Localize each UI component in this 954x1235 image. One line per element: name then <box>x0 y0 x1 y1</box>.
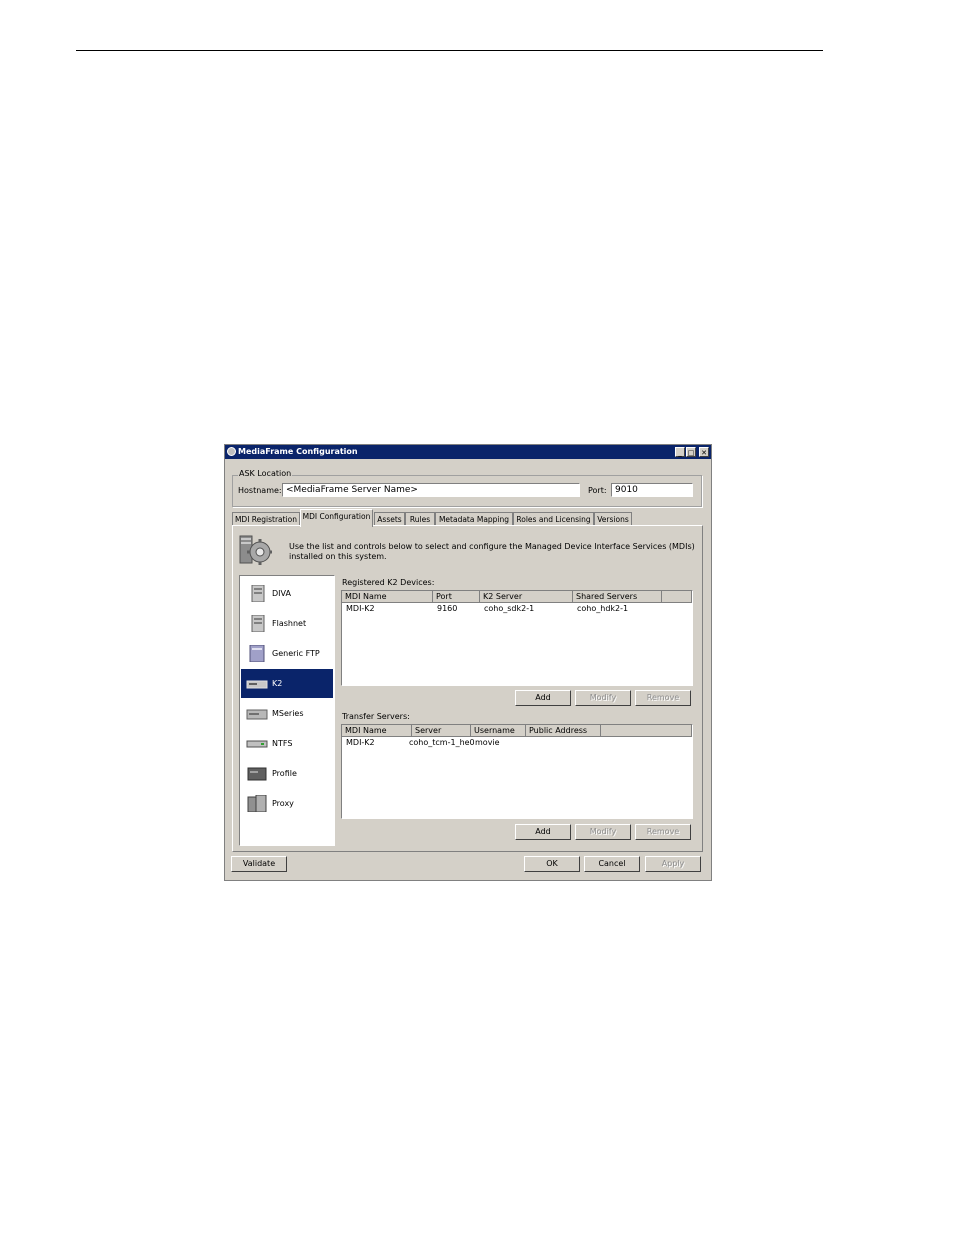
k2-device-icon <box>246 680 268 689</box>
device-item-ntfs[interactable]: NTFS <box>241 729 333 758</box>
tab-assets[interactable]: Assets <box>374 512 405 526</box>
minimize-button[interactable]: _ <box>675 447 685 457</box>
maximize-button[interactable]: □ <box>686 447 696 457</box>
transfer-servers-table[interactable]: MDI Name Server Username Public Address … <box>341 724 693 819</box>
server-icon <box>251 585 265 602</box>
table-cell[interactable]: coho_hdk2-1 <box>574 604 628 613</box>
table-cell[interactable]: coho_sdk2-1 <box>481 604 534 613</box>
registered-remove-button[interactable]: Remove <box>635 690 691 706</box>
device-label: Proxy <box>272 799 294 808</box>
cancel-button[interactable]: Cancel <box>584 856 640 872</box>
hostname-field[interactable]: <MediaFrame Server Name> <box>282 483 580 497</box>
column-header[interactable]: Shared Servers <box>573 591 662 603</box>
device-type-list[interactable]: DIVA Flashnet Generic FTP K2 MSeries NTF… <box>239 575 335 846</box>
table-cell[interactable]: 9160 <box>434 604 457 613</box>
column-header[interactable]: Port <box>433 591 480 603</box>
hostname-label: Hostname: <box>238 486 282 495</box>
transfer-modify-button[interactable]: Modify <box>575 824 631 840</box>
device-label: Profile <box>272 769 297 778</box>
column-header-filler <box>601 725 692 737</box>
column-header[interactable]: K2 Server <box>480 591 573 603</box>
mediaframe-configuration-window: MediaFrame Configuration _ □ ✕ ASK Locat… <box>224 444 712 881</box>
column-header[interactable]: MDI Name <box>342 725 412 737</box>
tab-mdi-configuration[interactable]: MDI Configuration <box>300 509 373 527</box>
table-cell[interactable]: movie <box>472 738 500 747</box>
device-label: MSeries <box>272 709 304 718</box>
gear-server-icon <box>239 535 272 565</box>
device-label: Generic FTP <box>272 649 320 658</box>
tab-mdi-registration[interactable]: MDI Registration <box>232 512 300 526</box>
column-header[interactable]: Public Address <box>526 725 601 737</box>
registered-devices-label: Registered K2 Devices: <box>342 578 435 587</box>
proxy-server-icon <box>247 795 267 812</box>
column-header[interactable]: Username <box>471 725 526 737</box>
device-item-generic-ftp[interactable]: Generic FTP <box>241 639 333 668</box>
title-bar[interactable]: MediaFrame Configuration _ □ ✕ <box>225 445 711 459</box>
validate-button[interactable]: Validate <box>231 856 287 872</box>
device-label: DIVA <box>272 589 291 598</box>
port-label: Port: <box>588 486 607 495</box>
app-icon <box>227 447 236 456</box>
mseries-device-icon <box>246 709 268 720</box>
registered-add-button[interactable]: Add <box>515 690 571 706</box>
drive-icon <box>246 740 268 748</box>
server-icon <box>251 615 265 632</box>
device-item-profile[interactable]: Profile <box>241 759 333 788</box>
configuration-description: Use the list and controls below to selec… <box>289 542 695 561</box>
registered-modify-button[interactable]: Modify <box>575 690 631 706</box>
column-header[interactable]: MDI Name <box>342 591 433 603</box>
page-top-rule <box>76 50 823 51</box>
tab-rules[interactable]: Rules <box>405 512 435 526</box>
ftp-server-icon <box>249 645 265 662</box>
device-label: K2 <box>272 679 283 688</box>
tab-versions[interactable]: Versions <box>594 512 632 526</box>
device-item-mseries[interactable]: MSeries <box>241 699 333 728</box>
window-title: MediaFrame Configuration <box>238 447 358 456</box>
device-item-diva[interactable]: DIVA <box>241 579 333 608</box>
profile-device-icon <box>247 767 267 781</box>
table-cell[interactable]: MDI-K2 <box>343 604 375 613</box>
device-item-proxy[interactable]: Proxy <box>241 789 333 818</box>
tab-roles-and-licensing[interactable]: Roles and Licensing <box>513 512 594 526</box>
table-cell[interactable]: coho_tcm-1_he0 <box>406 738 475 747</box>
transfer-servers-label: Transfer Servers: <box>342 712 410 721</box>
tab-metadata-mapping[interactable]: Metadata Mapping <box>435 512 513 526</box>
apply-button[interactable]: Apply <box>645 856 701 872</box>
device-item-k2[interactable]: K2 <box>241 669 333 698</box>
registered-devices-table[interactable]: MDI Name Port K2 Server Shared Servers M… <box>341 590 693 686</box>
transfer-remove-button[interactable]: Remove <box>635 824 691 840</box>
transfer-add-button[interactable]: Add <box>515 824 571 840</box>
ask-location-label: ASK Location <box>238 469 293 478</box>
table-cell[interactable]: MDI-K2 <box>343 738 375 747</box>
close-button[interactable]: ✕ <box>699 447 709 457</box>
column-header-filler <box>662 591 692 603</box>
column-header[interactable]: Server <box>412 725 471 737</box>
ok-button[interactable]: OK <box>524 856 580 872</box>
device-item-flashnet[interactable]: Flashnet <box>241 609 333 638</box>
port-field[interactable]: 9010 <box>611 483 693 497</box>
device-label: NTFS <box>272 739 293 748</box>
device-label: Flashnet <box>272 619 307 628</box>
